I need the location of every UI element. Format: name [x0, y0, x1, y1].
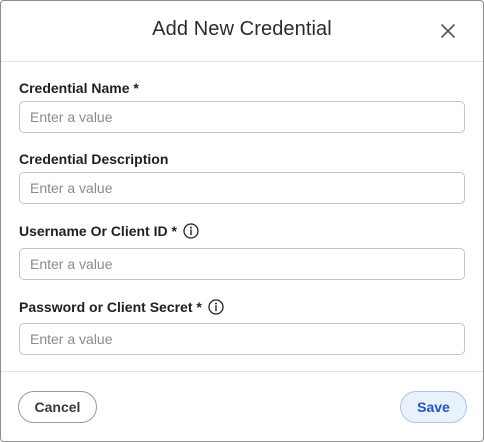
credential-description-input[interactable]: [19, 172, 465, 204]
credential-description-label-text: Credential Description: [19, 151, 169, 167]
close-button[interactable]: [437, 20, 459, 42]
dialog-title: Add New Credential: [152, 18, 332, 40]
dialog-footer: Cancel Save: [1, 371, 483, 442]
credential-name-label-text: Credential Name *: [19, 80, 139, 96]
password-label-text: Password or Client Secret *: [19, 299, 202, 315]
credential-name-input[interactable]: [19, 101, 465, 133]
username-label: Username Or Client ID *: [19, 223, 199, 239]
cancel-button[interactable]: Cancel: [18, 391, 97, 423]
save-button[interactable]: Save: [400, 391, 467, 423]
credential-name-label: Credential Name *: [19, 80, 139, 96]
password-label: Password or Client Secret *: [19, 299, 224, 315]
info-icon[interactable]: [183, 223, 199, 239]
add-credential-dialog: Add New Credential Credential Name * Cre…: [0, 0, 484, 442]
info-icon[interactable]: [208, 299, 224, 315]
close-icon: [441, 24, 455, 38]
dialog-header: Add New Credential: [1, 1, 483, 62]
credential-description-label: Credential Description: [19, 151, 168, 167]
username-label-text: Username Or Client ID *: [19, 223, 177, 239]
password-input[interactable]: [19, 323, 465, 355]
username-input[interactable]: [19, 248, 465, 280]
